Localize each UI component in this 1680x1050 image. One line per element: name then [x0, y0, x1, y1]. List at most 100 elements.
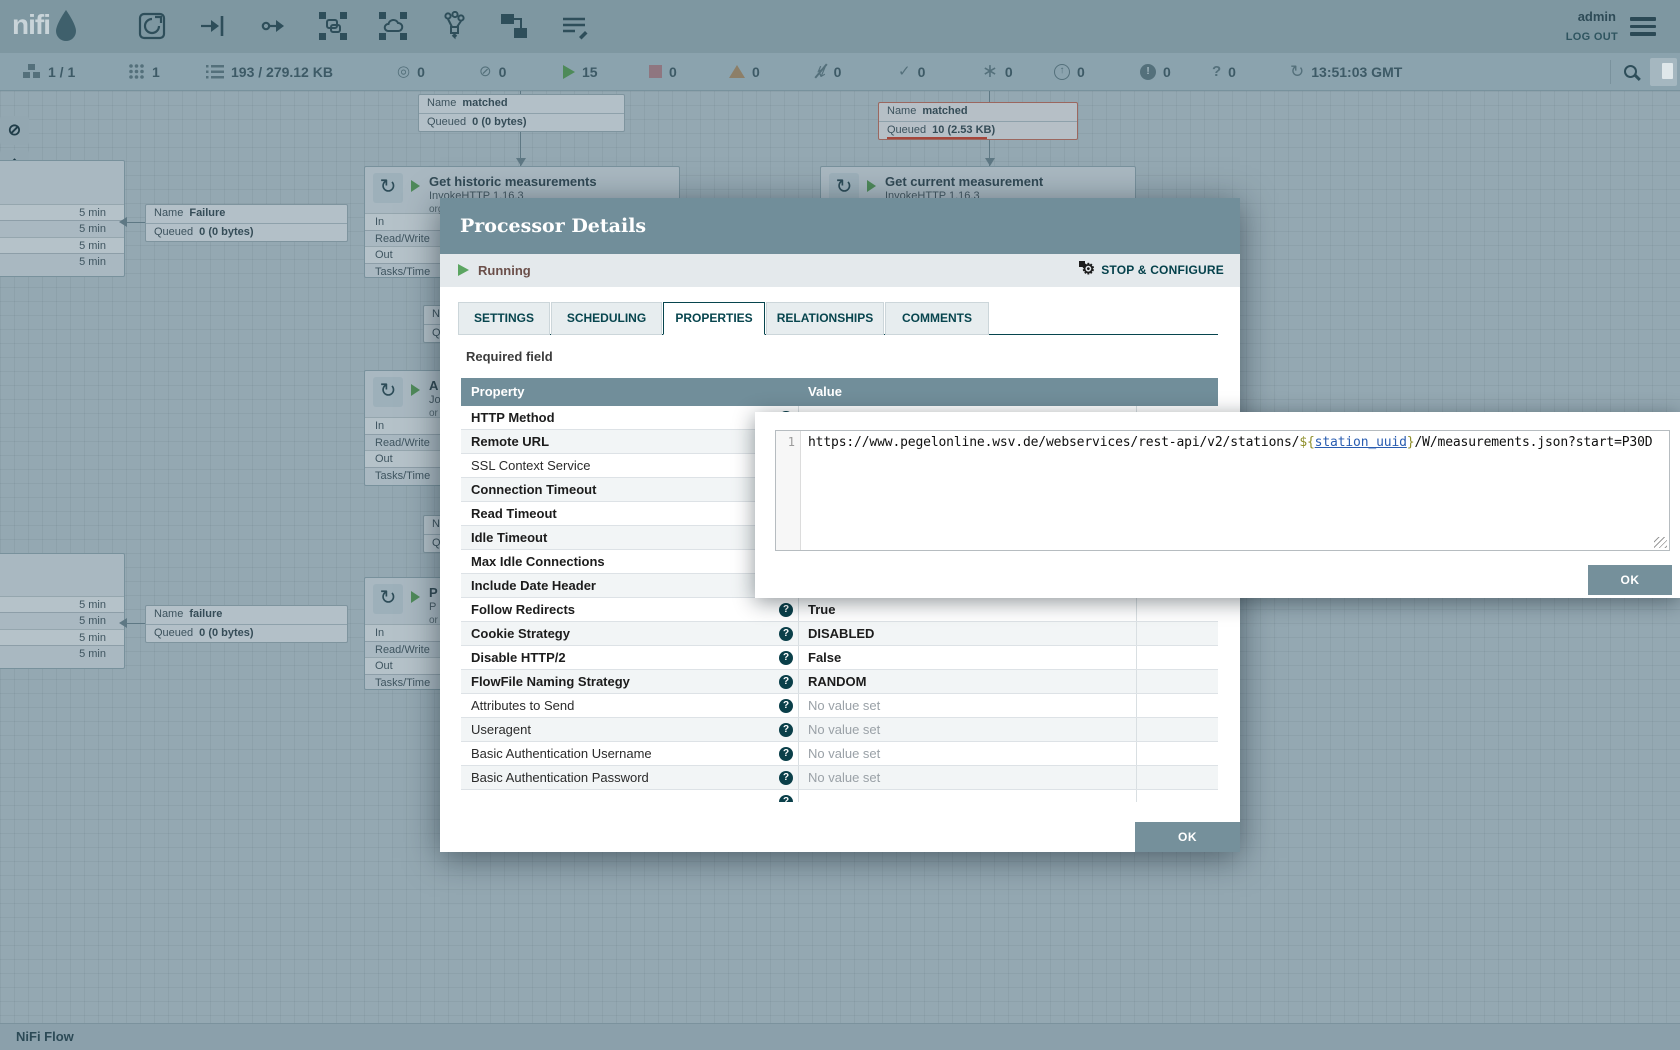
help-icon[interactable] [779, 627, 793, 641]
logout-link[interactable]: LOG OUT [1566, 31, 1618, 43]
connection-line[interactable] [127, 623, 145, 624]
drag-template-icon[interactable] [499, 11, 529, 41]
url-text: https://www.pegelonline.wsv.de/webservic… [808, 435, 1299, 450]
property-value: DISABLED [808, 626, 874, 641]
dialog-ok-button[interactable]: OK [1135, 822, 1240, 852]
transmitting-icon [397, 64, 410, 79]
property-name: Follow Redirects [471, 602, 575, 617]
header-toolbar: nifi admin LOG OUT [0, 0, 1680, 53]
processor-cut-off-left[interactable]: 5 min 5 min 5 min 5 min [0, 160, 125, 277]
panel-toggle-button[interactable] [1650, 58, 1677, 86]
status-last-refresh: 13:51:03 GMT [1290, 53, 1402, 90]
resize-handle[interactable] [1654, 537, 1667, 548]
status-count: 0 [669, 64, 677, 80]
drag-funnel-icon[interactable] [439, 11, 469, 41]
drag-processor-icon[interactable] [137, 11, 167, 41]
processor-name: A [429, 378, 438, 393]
running-state-icon [458, 264, 469, 276]
processor-stats: 5 min 5 min 5 min 5 min [0, 204, 124, 270]
connection-label-failure[interactable]: NameFailure Queued0 (0 bytes) [145, 204, 348, 242]
help-icon[interactable] [779, 723, 793, 737]
property-row[interactable]: Cookie StrategyDISABLED [461, 622, 1218, 646]
drag-remote-process-group-icon[interactable] [378, 11, 408, 41]
refresh-icon[interactable] [1290, 64, 1304, 79]
connection-label-failure[interactable]: Namefailure Queued0 (0 bytes) [145, 605, 348, 643]
help-icon[interactable] [779, 603, 793, 617]
label-value: Failure [189, 207, 225, 219]
property-name: Disable HTTP/2 [471, 650, 566, 665]
dialog-title: Processor Details [440, 198, 1240, 254]
drag-label-icon[interactable] [559, 11, 589, 41]
label-value: failure [189, 608, 222, 620]
processor-stats: 5 min 5 min 5 min 5 min [0, 596, 124, 662]
stat-duration: 5 min [0, 596, 124, 612]
value-editor[interactable]: 1 https://www.pegelonline.wsv.de/webserv… [775, 430, 1670, 551]
property-row[interactable]: Disable HTTP/2 False [461, 646, 1218, 670]
editor-line-number: 1 [776, 431, 801, 550]
help-icon[interactable] [779, 675, 793, 689]
running-state-icon [411, 591, 420, 603]
search-button[interactable] [1624, 53, 1637, 90]
help-icon[interactable] [779, 699, 793, 713]
up-to-date-icon [898, 64, 911, 79]
help-icon[interactable] [779, 651, 793, 665]
editor-ok-button[interactable]: OK [1588, 565, 1672, 595]
drag-output-port-icon[interactable] [258, 11, 288, 41]
processor-name: Get historic measurements [429, 174, 597, 189]
status-running: 15 [563, 53, 598, 90]
disabled-icon [814, 63, 827, 81]
status-active-threads: 1 [128, 53, 160, 90]
refresh-time: 13:51:03 GMT [1311, 64, 1402, 80]
drag-process-group-icon[interactable] [318, 11, 348, 41]
drag-input-port-icon[interactable] [198, 11, 228, 41]
help-icon[interactable] [779, 795, 793, 802]
required-field-note: Required field [466, 349, 553, 364]
property-name: Max Idle Connections [471, 554, 605, 569]
editor-code-line[interactable]: https://www.pegelonline.wsv.de/webservic… [801, 431, 1669, 550]
connection-label-matched-highlighted[interactable]: Namematched Queued10 (2.53 KB) [878, 102, 1078, 140]
status-locally-modified: 0 [982, 53, 1013, 90]
property-name: Remote URL [471, 434, 549, 449]
global-menu-icon[interactable] [1630, 17, 1656, 36]
active-threads-icon [128, 63, 145, 80]
property-row[interactable]: FlowFile Naming StrategyRANDOM [461, 670, 1218, 694]
table-header: Property Value [461, 378, 1218, 406]
tab-comments[interactable]: COMMENTS [885, 302, 989, 335]
status-count: 193 / 279.12 KB [231, 64, 333, 80]
connection-line[interactable] [127, 222, 145, 223]
stop-and-configure-button[interactable]: STOP & CONFIGURE [1082, 262, 1224, 278]
tab-settings[interactable]: SETTINGS [458, 302, 550, 335]
property-value-editor-popup: 1 https://www.pegelonline.wsv.de/webserv… [755, 412, 1680, 598]
dialog-status-row: Running STOP & CONFIGURE [440, 254, 1240, 287]
property-row[interactable]: Basic Authentication PasswordNo value se… [461, 766, 1218, 790]
property-row[interactable]: Follow RedirectsTrue [461, 598, 1218, 622]
help-icon[interactable] [779, 771, 793, 785]
label-key: Queued [154, 627, 193, 639]
dialog-tabs: SETTINGS SCHEDULING PROPERTIES RELATIONS… [458, 302, 990, 335]
property-row[interactable]: Basic Authentication UsernameNo value se… [461, 742, 1218, 766]
connection-queued-row: Queued0 (0 bytes) [146, 223, 347, 241]
property-row-clipped[interactable] [461, 790, 1218, 802]
nifi-logo-text: nifi [12, 9, 50, 41]
stat-duration: 5 min [0, 629, 124, 645]
property-name: HTTP Method [471, 410, 555, 425]
divider [1610, 60, 1611, 84]
processor-type-icon [373, 584, 403, 614]
connection-queued-row: Queued10 (2.53 KB) [879, 121, 1077, 139]
property-row[interactable]: Attributes to SendNo value set [461, 694, 1218, 718]
status-not-transmitting: 0 [479, 53, 506, 90]
connection-label-matched[interactable]: Namematched Queued0 (0 bytes) [418, 94, 625, 132]
breadcrumb-nifi-flow[interactable]: NiFi Flow [16, 1029, 74, 1044]
tab-relationships[interactable]: RELATIONSHIPS [766, 302, 884, 335]
help-icon[interactable] [779, 747, 793, 761]
property-row[interactable]: UseragentNo value set [461, 718, 1218, 742]
property-value: False [808, 650, 841, 665]
search-icon [1624, 65, 1637, 78]
tab-properties[interactable]: PROPERTIES [663, 302, 765, 335]
processor-cut-off-left[interactable]: 5 min 5 min 5 min 5 min [0, 553, 125, 669]
invalid-icon [729, 65, 745, 78]
property-value: No value set [808, 770, 880, 785]
property-name: Idle Timeout [471, 530, 547, 545]
status-disabled: 0 [814, 53, 841, 90]
tab-scheduling[interactable]: SCHEDULING [551, 302, 662, 335]
